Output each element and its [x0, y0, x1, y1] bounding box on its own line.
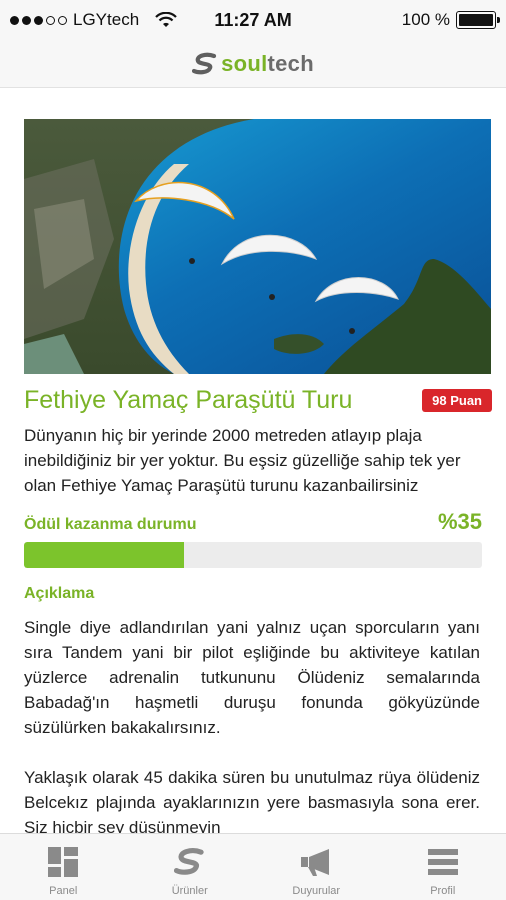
progress-header: Ödül kazanma durumu %35 [24, 509, 482, 535]
progress-label: Ödül kazanma durumu [24, 516, 197, 533]
main-content[interactable]: Fethiye Yamaç Paraşütü Turu 98 Puan Düny… [0, 89, 506, 833]
description-paragraph: Yaklaşık olarak 45 dakika süren bu unutu… [24, 768, 480, 833]
item-title-row: Fethiye Yamaç Paraşütü Turu 98 Puan [24, 386, 492, 415]
carrier-name: LGYtech [73, 10, 140, 29]
dashboard-icon [46, 846, 80, 878]
hero-image [24, 119, 491, 374]
tab-label: Duyurular [292, 885, 341, 897]
signal-strength-icon [10, 15, 67, 25]
tab-bar: Panel Ürünler Duyurular Profil [0, 833, 506, 900]
tab-label: Profil [430, 885, 456, 897]
item-summary: Dünyanın hiç bir yerinde 2000 metreden a… [24, 426, 461, 495]
tab-announcements[interactable]: Duyurular [253, 834, 380, 900]
status-time: 11:27 AM [214, 9, 292, 30]
description-paragraph: Single diye adlandırılan yani yalnız uça… [24, 618, 480, 737]
progress-bar-fill [24, 542, 185, 568]
navigation-bar: soultech [0, 40, 506, 88]
status-left: LGYtech [10, 10, 177, 30]
status-bar: LGYtech 11:27 AM 100 % [0, 0, 506, 40]
description-heading: Açıklama [24, 585, 95, 602]
tab-panel[interactable]: Panel [0, 834, 127, 900]
status-right: 100 % [401, 10, 500, 30]
logo-wordmark: soultech [221, 50, 314, 76]
soultech-logo: soultech [192, 51, 314, 77]
soultech-logo-icon [173, 846, 207, 878]
item-title: Fethiye Yamaç Paraşütü Turu [24, 386, 353, 414]
wifi-icon [155, 12, 177, 27]
tab-label: Panel [49, 885, 78, 897]
progress-value: %35 [437, 509, 482, 534]
tab-products[interactable]: Ürünler [127, 834, 254, 900]
progress-bar [24, 542, 482, 568]
tab-label: Ürünler [171, 885, 208, 897]
menu-icon [426, 846, 460, 878]
soultech-logo-icon [192, 52, 217, 74]
description-text: Single diye adlandırılan yani yalnız uça… [24, 615, 480, 833]
battery-icon [456, 11, 500, 29]
battery-percentage: 100 % [401, 10, 450, 29]
points-badge: 98 Puan [422, 389, 492, 412]
tab-profile[interactable]: Profil [380, 834, 506, 900]
megaphone-icon [299, 846, 333, 878]
